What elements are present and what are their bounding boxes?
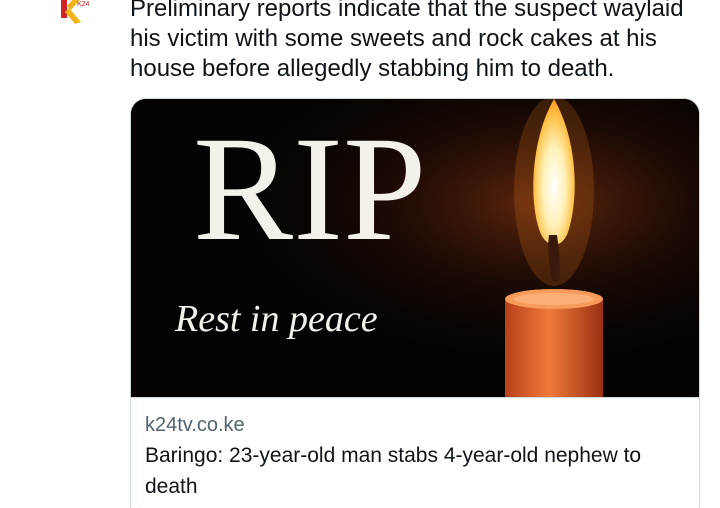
card-title[interactable]: Baringo: 23-year-old man stabs 4-year-ol… bbox=[145, 440, 690, 502]
rip-headline: RIP bbox=[193, 106, 426, 272]
tweet: K24 Preliminary reports indicate that th… bbox=[0, 0, 720, 508]
card-meta: k24tv.co.ke Baringo: 23-year-old man sta… bbox=[131, 397, 699, 502]
k24-logo-icon: K24 bbox=[61, 0, 90, 24]
avatar[interactable]: K24 bbox=[49, 0, 95, 26]
link-card[interactable]: RIP Rest in peace k24tv.co.ke Baringo: 2… bbox=[130, 98, 700, 508]
avatar-small-text: K24 bbox=[77, 1, 90, 8]
tweet-text: Preliminary reports indicate that the su… bbox=[130, 0, 684, 82]
card-domain[interactable]: k24tv.co.ke bbox=[145, 412, 685, 438]
card-image[interactable]: RIP Rest in peace bbox=[131, 99, 699, 397]
rest-in-peace-text: Rest in peace bbox=[174, 298, 378, 340]
